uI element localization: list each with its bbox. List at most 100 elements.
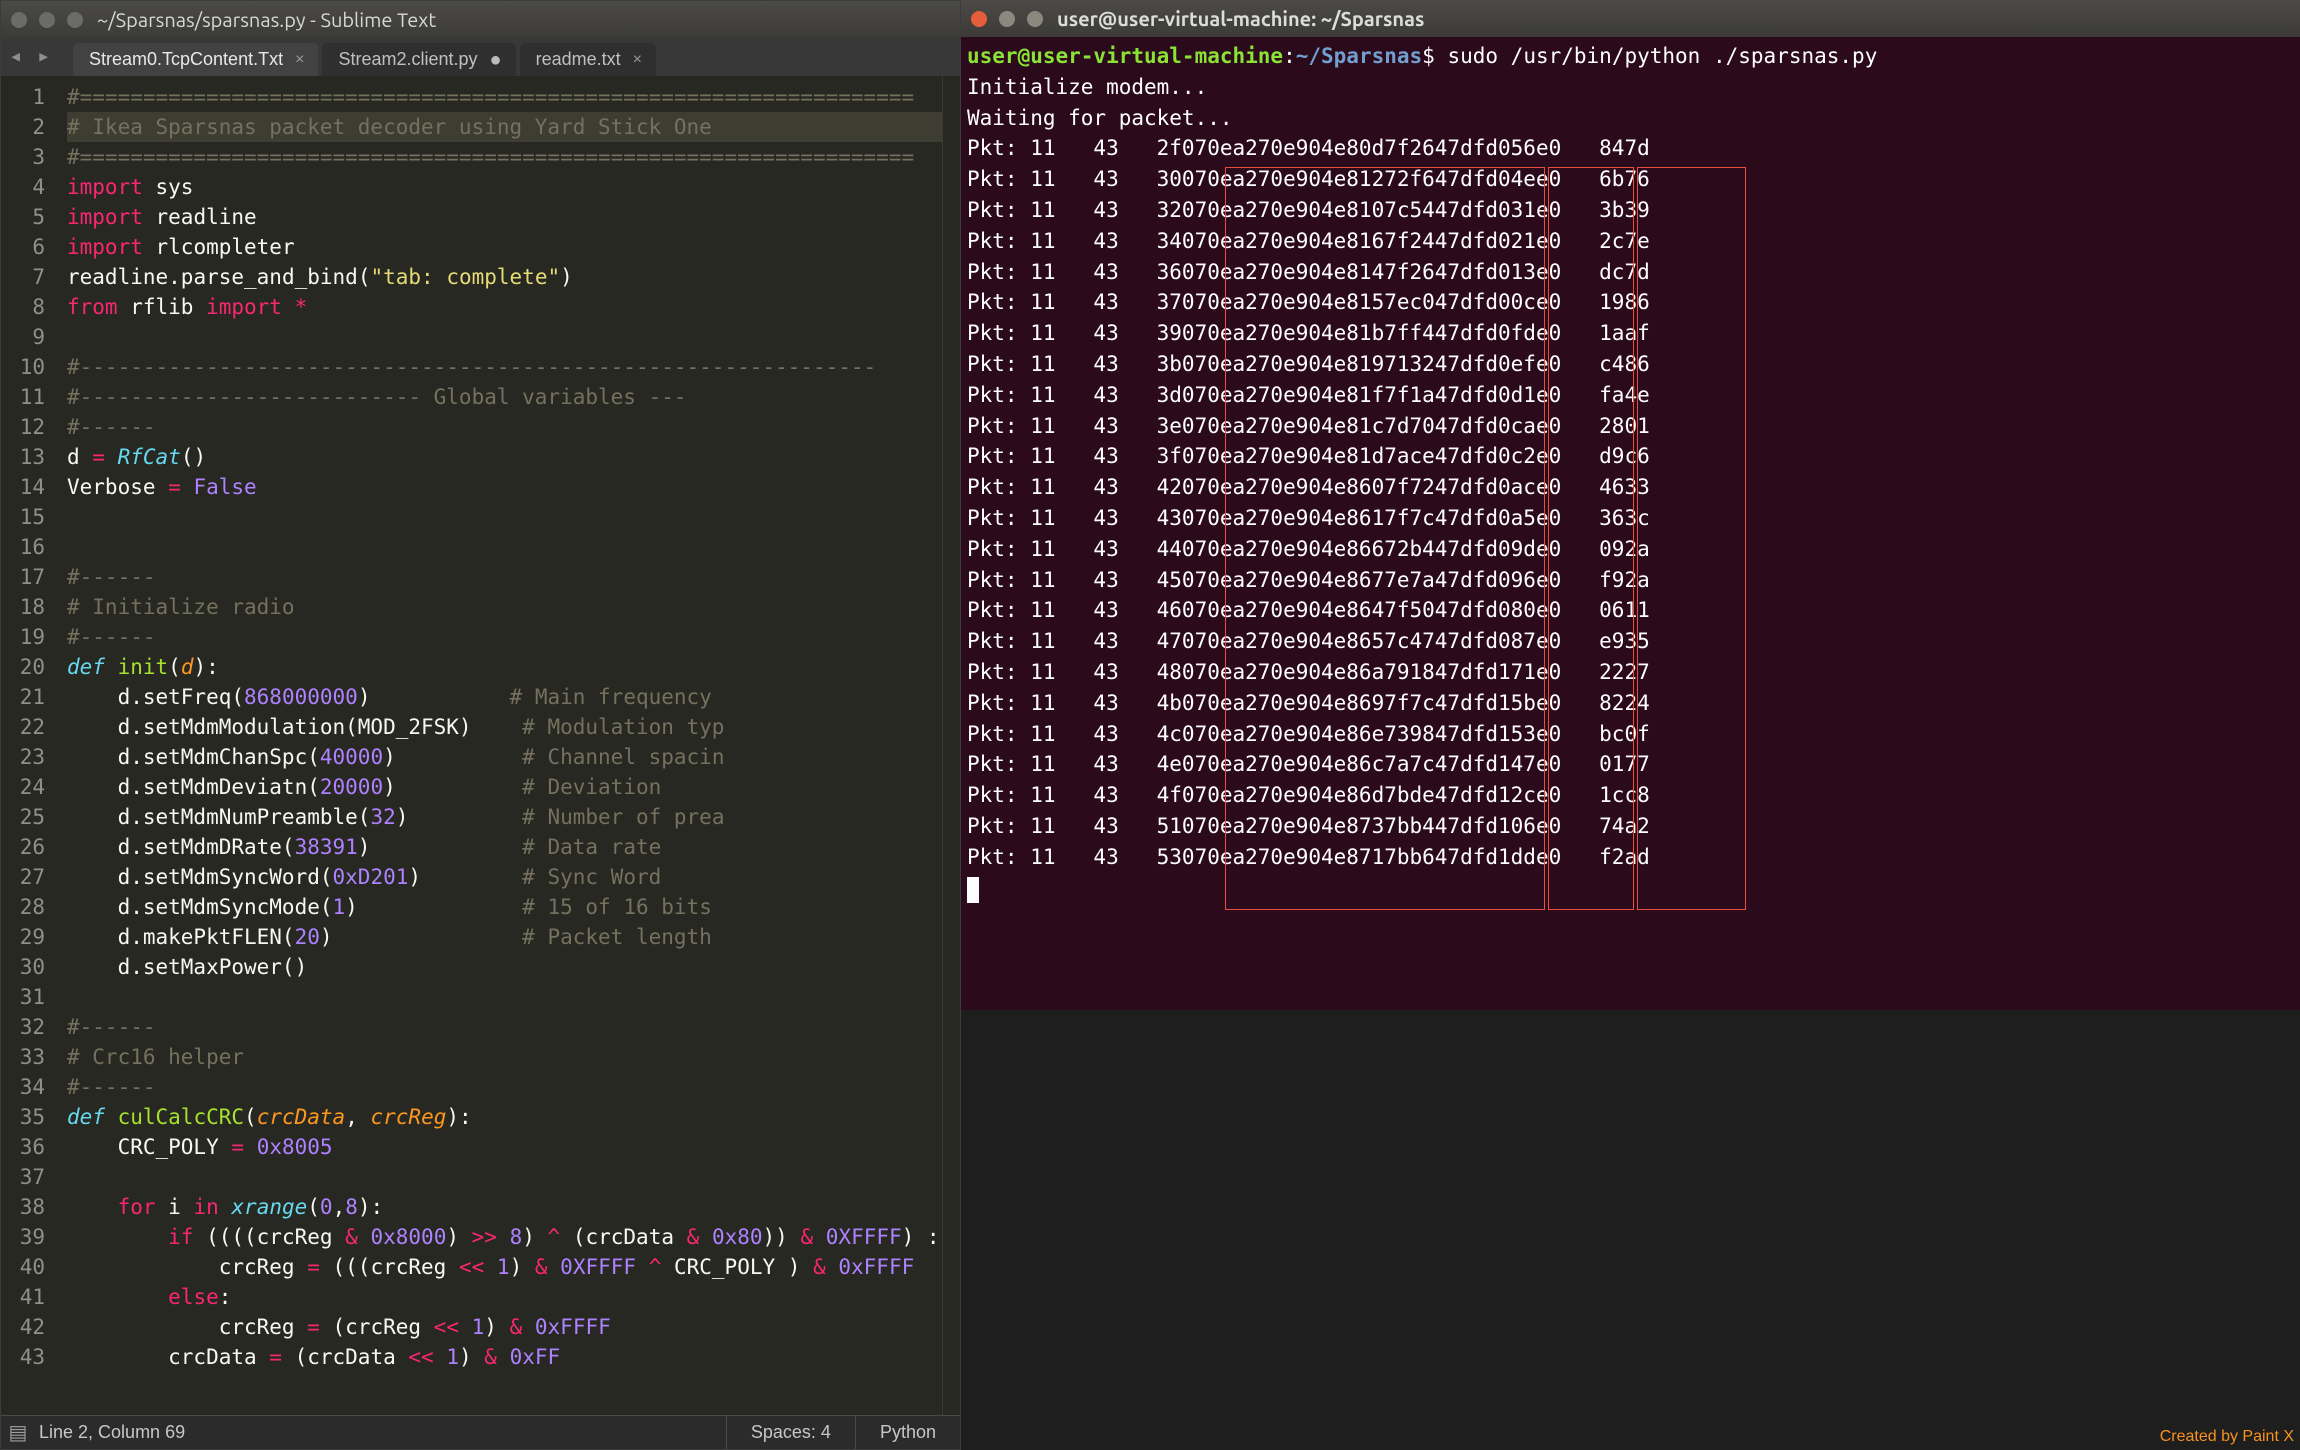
terminal-titlebar[interactable]: user@user-virtual-machine: ~/Sparsnas [961,0,2300,37]
line-number: 41 [1,1282,45,1312]
code-line[interactable]: #------ [67,1012,942,1042]
nav-forward-icon[interactable]: ▸ [37,46,59,68]
code-line[interactable]: Verbose = False [67,472,942,502]
packet-line: Pkt: 11 43 2f070ea270e904e80d7f2647dfd05… [967,133,2294,164]
line-number: 4 [1,172,45,202]
window-controls [11,12,83,28]
code-line[interactable]: #------ [67,562,942,592]
code-line[interactable]: # Crc16 helper [67,1042,942,1072]
code-line[interactable]: crcData = (crcData << 1) & 0xFF [67,1342,942,1372]
dirty-icon[interactable]: ● [490,56,502,64]
packet-line: Pkt: 11 43 42070ea270e904e8607f7247dfd0a… [967,472,2294,503]
code-line[interactable]: import readline [67,202,942,232]
code-line[interactable]: d.setMaxPower() [67,952,942,982]
line-number: 25 [1,802,45,832]
maximize-icon[interactable] [1027,11,1043,27]
code-line[interactable] [67,1162,942,1192]
line-number: 24 [1,772,45,802]
line-number: 27 [1,862,45,892]
code-line[interactable]: #------ [67,412,942,442]
code-line[interactable]: crcReg = (((crcReg << 1) & 0XFFFF ^ CRC_… [67,1252,942,1282]
code-line[interactable]: #---------------------------------------… [67,352,942,382]
line-number: 16 [1,532,45,562]
code-line[interactable]: import sys [67,172,942,202]
code-line[interactable]: #------ [67,1072,942,1102]
terminal-line: Waiting for packet... [967,103,2294,134]
code-line[interactable] [67,982,942,1012]
maximize-icon[interactable] [67,12,83,28]
code-line[interactable]: d.setMdmNumPreamble(32) # Number of prea [67,802,942,832]
line-number: 2 [1,112,45,142]
packet-line: Pkt: 11 43 44070ea270e904e86672b447dfd09… [967,534,2294,565]
packet-line: Pkt: 11 43 45070ea270e904e8677e7a47dfd09… [967,565,2294,596]
code-line[interactable]: #=======================================… [67,82,942,112]
code-line[interactable]: d.setMdmDeviatn(20000) # Deviation [67,772,942,802]
line-number: 11 [1,382,45,412]
code-line[interactable]: d.makePktFLEN(20) # Packet length [67,922,942,952]
sublime-titlebar[interactable]: ~/Sparsnas/sparsnas.py - Sublime Text [1,1,960,38]
code-line[interactable]: d.setMdmModulation(MOD_2FSK) # Modulatio… [67,712,942,742]
close-icon[interactable] [971,11,987,27]
code-line[interactable]: for i in xrange(0,8): [67,1192,942,1222]
code-line[interactable]: from rflib import * [67,292,942,322]
editor-area[interactable]: 1234567891011121314151617181920212223242… [1,76,960,1415]
packet-line: Pkt: 11 43 53070ea270e904e8717bb647dfd1d… [967,842,2294,873]
line-number: 39 [1,1222,45,1252]
packet-line: Pkt: 11 43 3d070ea270e904e81f7f1a47dfd0d… [967,380,2294,411]
code-line[interactable] [67,532,942,562]
code-line[interactable]: d.setFreq(868000000) # Main frequency [67,682,942,712]
status-bar: ▤ Line 2, Column 69 Spaces: 4 Python [1,1415,960,1449]
code-line[interactable]: # Initialize radio [67,592,942,622]
minimize-icon[interactable] [999,11,1015,27]
code-line[interactable]: d.setMdmSyncMode(1) # 15 of 16 bits [67,892,942,922]
code-line[interactable]: crcReg = (crcReg << 1) & 0xFFFF [67,1312,942,1342]
status-indent[interactable]: Spaces: 4 [726,1416,855,1449]
close-tab-icon[interactable]: × [295,51,304,69]
close-tab-icon[interactable]: × [633,51,642,69]
line-number: 34 [1,1072,45,1102]
line-number: 31 [1,982,45,1012]
minimap[interactable] [942,76,960,1415]
tab[interactable]: Stream2.client.py● [322,43,515,76]
code-line[interactable]: def culCalcCRC(crcData, crcReg): [67,1102,942,1132]
tab[interactable]: readme.txt × [520,43,656,76]
line-number: 21 [1,682,45,712]
code-line[interactable]: # Ikea Sparsnas packet decoder using Yar… [67,112,942,142]
panel-switch-icon[interactable]: ▤ [1,1420,35,1445]
cursor-icon [967,877,979,903]
nav-back-icon[interactable]: ◂ [9,46,31,68]
code-view[interactable]: #=======================================… [63,76,942,1415]
code-line[interactable]: if ((((crcReg & 0x8000) >> 8) ^ (crcData… [67,1222,942,1252]
tab[interactable]: Stream0.TcpContent.Txt× [73,43,318,76]
code-line[interactable]: d = RfCat() [67,442,942,472]
terminal-title: user@user-virtual-machine: ~/Sparsnas [1057,7,1424,30]
code-line[interactable]: CRC_POLY = 0x8005 [67,1132,942,1162]
code-line[interactable] [67,502,942,532]
line-number: 13 [1,442,45,472]
code-line[interactable]: #------ [67,622,942,652]
packet-line: Pkt: 11 43 30070ea270e904e81272f647dfd04… [967,164,2294,195]
line-number: 1 [1,82,45,112]
code-line[interactable]: def init(d): [67,652,942,682]
terminal-window: user@user-virtual-machine: ~/Sparsnas us… [961,0,2300,1010]
line-number: 29 [1,922,45,952]
tab-label: readme.txt [536,49,621,70]
code-line[interactable]: #--------------------------- Global vari… [67,382,942,412]
code-line[interactable]: d.setMdmChanSpc(40000) # Channel spacin [67,742,942,772]
code-line[interactable]: d.setMdmDRate(38391) # Data rate [67,832,942,862]
code-line[interactable]: else: [67,1282,942,1312]
packet-line: Pkt: 11 43 4c070ea270e904e86e739847dfd15… [967,719,2294,750]
code-line[interactable]: readline.parse_and_bind("tab: complete") [67,262,942,292]
code-line[interactable]: import rlcompleter [67,232,942,262]
status-language[interactable]: Python [855,1416,960,1449]
line-number: 32 [1,1012,45,1042]
packet-line: Pkt: 11 43 3b070ea270e904e819713247dfd0e… [967,349,2294,380]
code-line[interactable]: #=======================================… [67,142,942,172]
packet-line: Pkt: 11 43 4e070ea270e904e86c7a7c47dfd14… [967,749,2294,780]
terminal-output[interactable]: user@user-virtual-machine:~/Sparsnas$ su… [961,37,2300,1010]
close-icon[interactable] [11,12,27,28]
code-line[interactable]: d.setMdmSyncWord(0xD201) # Sync Word [67,862,942,892]
line-number: 23 [1,742,45,772]
code-line[interactable] [67,322,942,352]
minimize-icon[interactable] [39,12,55,28]
